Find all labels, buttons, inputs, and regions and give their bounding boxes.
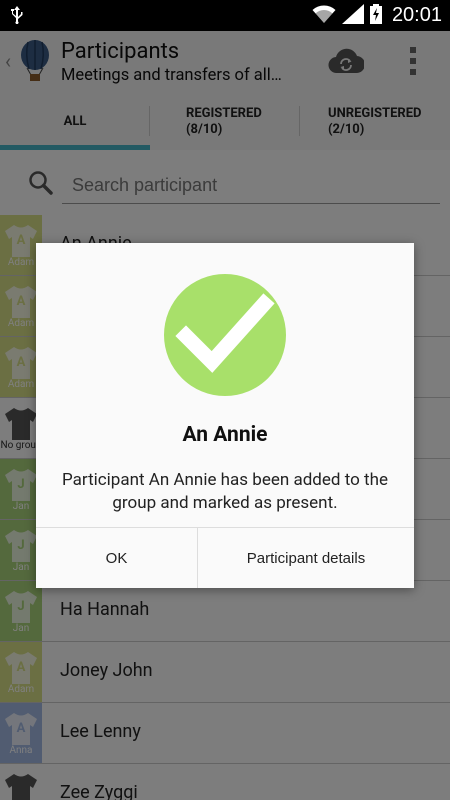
dialog-buttons: OK Participant details (36, 527, 414, 588)
wifi-icon (312, 4, 336, 28)
confirmation-dialog: An Annie Participant An Annie has been a… (36, 243, 414, 588)
status-time: 20:01 (391, 4, 442, 26)
dialog-title: An Annie (182, 423, 268, 447)
checkmark-icon (164, 274, 286, 400)
status-bar: 20:01 (0, 0, 450, 31)
participant-details-button[interactable]: Participant details (198, 528, 414, 588)
dialog-message: Participant An Annie has been added to t… (62, 470, 388, 513)
ok-button[interactable]: OK (36, 528, 198, 588)
signal-icon (341, 3, 364, 28)
battery-icon (369, 3, 382, 28)
usb-icon (10, 6, 24, 28)
